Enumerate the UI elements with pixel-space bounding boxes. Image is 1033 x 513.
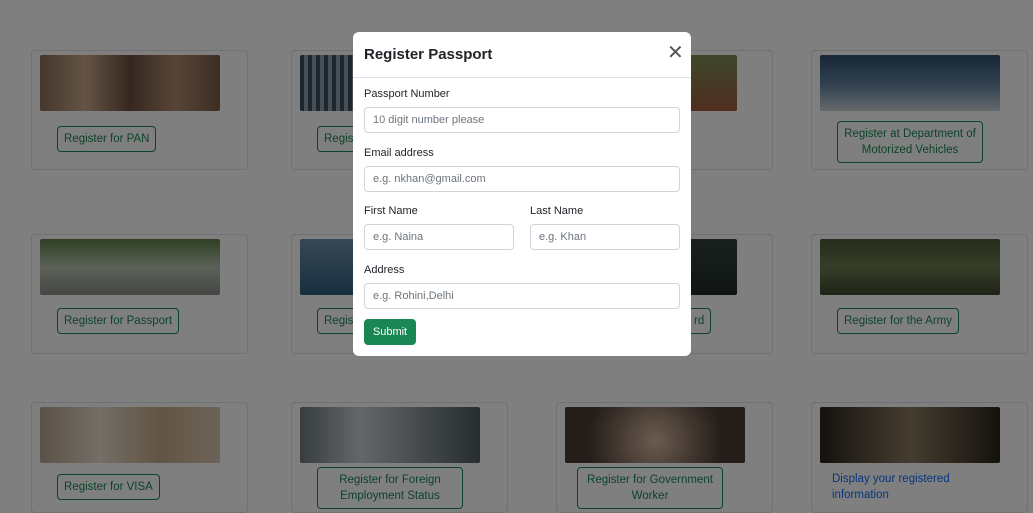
register-passport-modal: Register Passport ✕ Passport Number Emai… xyxy=(353,32,691,356)
last-name-label: Last Name xyxy=(530,205,584,217)
email-input[interactable] xyxy=(364,166,680,192)
submit-button[interactable]: Submit xyxy=(364,319,416,345)
email-label: Email address xyxy=(364,147,434,159)
last-name-input[interactable] xyxy=(530,224,680,250)
address-input[interactable] xyxy=(364,283,680,309)
modal-title: Register Passport xyxy=(364,46,493,63)
address-label: Address xyxy=(364,264,405,276)
passport-number-input[interactable] xyxy=(364,107,680,133)
passport-number-label: Passport Number xyxy=(364,88,450,100)
first-name-label: First Name xyxy=(364,205,418,217)
modal-header: Register Passport ✕ xyxy=(353,32,691,78)
close-icon[interactable]: ✕ xyxy=(667,42,684,64)
first-name-input[interactable] xyxy=(364,224,514,250)
